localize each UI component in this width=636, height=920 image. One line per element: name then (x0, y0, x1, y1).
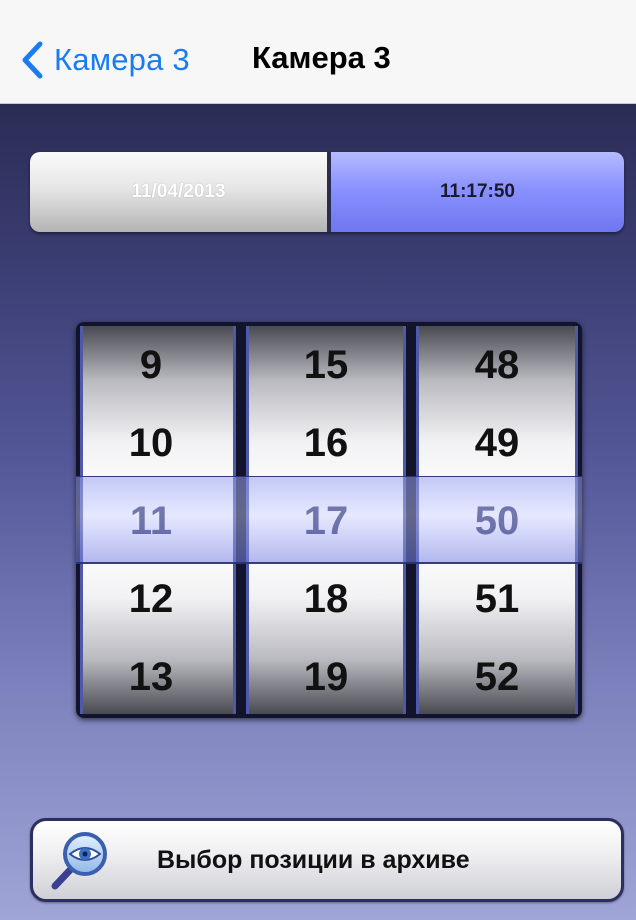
archive-position-button-label: Выбор позиции в архиве (157, 845, 470, 874)
hour-option[interactable]: 9 (83, 326, 233, 404)
magnifier-eye-icon (51, 832, 107, 890)
page-title: Камера 3 (252, 40, 391, 75)
date-time-segmented-control: 11/04/2013 11:17:50 (30, 152, 624, 232)
hour-option[interactable]: 12 (83, 560, 233, 638)
archive-position-button[interactable]: Выбор позиции в архиве (30, 818, 624, 902)
chevron-left-icon (22, 41, 43, 79)
minute-option[interactable]: 19 (249, 638, 403, 716)
second-option-selected[interactable]: 50 (419, 482, 575, 560)
second-option[interactable]: 52 (419, 638, 575, 716)
content-area: 11/04/2013 11:17:50 9 10 11 12 13 15 16 … (0, 104, 636, 920)
back-button[interactable]: Камера 3 (20, 38, 190, 82)
time-picker: 9 10 11 12 13 15 16 17 18 19 48 49 50 51… (76, 322, 582, 718)
hour-option-selected[interactable]: 11 (83, 482, 233, 560)
navigation-bar: Камера 3 Камера 3 (0, 0, 636, 104)
minute-option[interactable]: 16 (249, 404, 403, 482)
second-option[interactable]: 49 (419, 404, 575, 482)
hour-option[interactable]: 10 (83, 404, 233, 482)
hour-option[interactable]: 13 (83, 638, 233, 716)
minute-option[interactable]: 18 (249, 560, 403, 638)
second-option[interactable]: 48 (419, 326, 575, 404)
second-option[interactable]: 51 (419, 560, 575, 638)
hour-wheel[interactable]: 9 10 11 12 13 (80, 326, 236, 714)
back-button-label: Камера 3 (54, 42, 190, 77)
second-wheel[interactable]: 48 49 50 51 52 (416, 326, 578, 714)
minute-option[interactable]: 15 (249, 326, 403, 404)
date-segment[interactable]: 11/04/2013 (30, 152, 331, 232)
minute-wheel[interactable]: 15 16 17 18 19 (246, 326, 406, 714)
time-segment[interactable]: 11:17:50 (331, 152, 624, 232)
minute-option-selected[interactable]: 17 (249, 482, 403, 560)
